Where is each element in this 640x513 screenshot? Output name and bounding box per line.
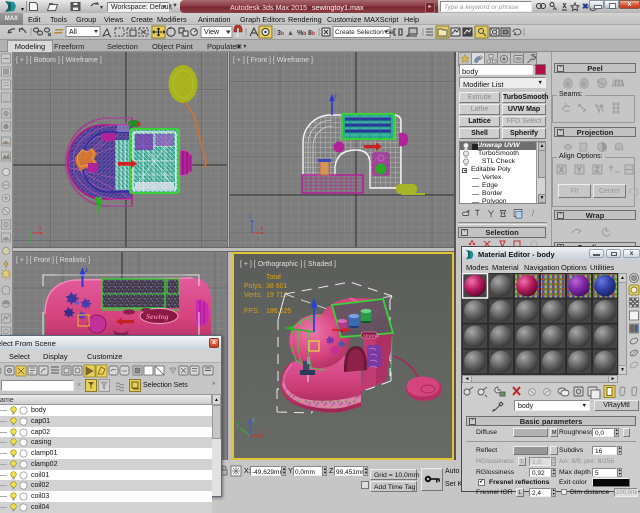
svg-text:8b: 8b bbox=[308, 30, 315, 37]
svg-text:x: x bbox=[39, 226, 42, 232]
svg-text:186,525: 186,525 bbox=[266, 308, 291, 315]
svg-text:3b: 3b bbox=[277, 30, 284, 37]
svg-text:[ + ] [ Bottom ] [ Wireframe ]: [ + ] [ Bottom ] [ Wireframe ] bbox=[16, 57, 102, 64]
svg-text:z: z bbox=[249, 214, 252, 220]
svg-text:x: x bbox=[260, 429, 263, 435]
svg-text:[ + ] [ Front ] [ Realistic ]: [ + ] [ Front ] [ Realistic ] bbox=[16, 257, 90, 264]
svg-text:[ + ] [ Orthographic ] [ Shade: [ + ] [ Orthographic ] [ Shaded ] bbox=[240, 261, 336, 268]
svg-text:View: View bbox=[204, 29, 220, 36]
svg-text:▲: ▲ bbox=[287, 30, 294, 37]
svg-text:Y: Y bbox=[577, 167, 582, 174]
svg-text:▾: ▾ bbox=[100, 5, 103, 11]
svg-text:[ + ] [ Front ] [ Wireframe ]: [ + ] [ Front ] [ Wireframe ] bbox=[233, 57, 313, 64]
svg-text:z: z bbox=[252, 418, 255, 424]
svg-text:x: x bbox=[260, 226, 263, 232]
svg-text:y: y bbox=[236, 422, 239, 428]
svg-text:Sewing: Sewing bbox=[146, 312, 169, 321]
svg-text:Polys:: Polys: bbox=[244, 283, 263, 290]
svg-text:z: z bbox=[334, 94, 337, 100]
svg-text:SEWING: SEWING bbox=[363, 333, 379, 338]
svg-text:%b: %b bbox=[297, 30, 306, 37]
svg-text:38 601: 38 601 bbox=[266, 283, 288, 290]
svg-text:Total: Total bbox=[266, 274, 281, 281]
svg-text:Create Selection Se: Create Selection Se bbox=[335, 29, 394, 36]
svg-text:All: All bbox=[69, 29, 77, 36]
svg-text:3: 3 bbox=[236, 33, 239, 39]
svg-text:FPS:: FPS: bbox=[244, 308, 260, 315]
svg-text:z: z bbox=[85, 268, 88, 274]
svg-text:Z: Z bbox=[595, 167, 600, 174]
svg-text:✖: ✖ bbox=[582, 2, 589, 11]
svg-text:X: X bbox=[559, 167, 564, 174]
svg-text:Verts:: Verts: bbox=[244, 292, 262, 299]
